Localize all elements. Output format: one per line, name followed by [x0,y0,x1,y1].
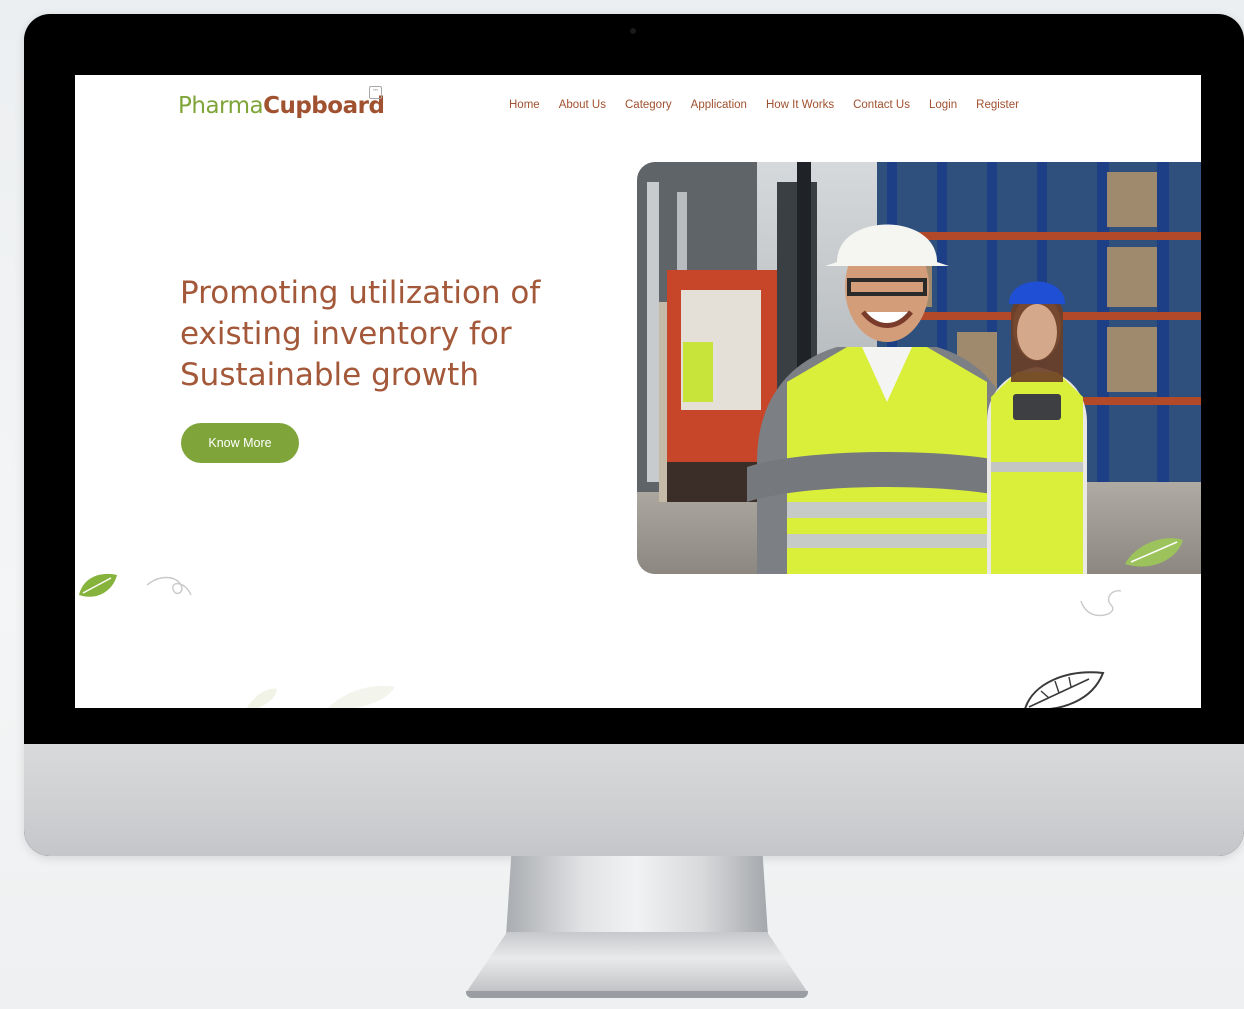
nav-about-us[interactable]: About Us [559,99,606,111]
monitor-chin [24,744,1244,856]
brand-mark: ™ [369,86,382,99]
nav-application[interactable]: Application [691,99,747,111]
monitor-stand-base [466,932,808,993]
monitor-frame: PharmaCupboard ™ Home About Us Category … [24,14,1244,856]
nav-how-it-works[interactable]: How It Works [766,99,834,111]
hero-title-line-1: Promoting utilization of [180,275,541,311]
main-nav: Home About Us Category Application How I… [509,99,1038,111]
nav-home[interactable]: Home [509,99,540,111]
brand-logo[interactable]: PharmaCupboard [178,93,385,119]
leaf-icon [79,573,117,597]
vine-icon [146,576,192,596]
vine-icon-right [1080,590,1122,617]
nav-login[interactable]: Login [929,99,957,111]
hero-title: Promoting utilization of existing invent… [180,273,600,396]
brand-part1: Pharma [178,93,264,119]
camera-icon [630,28,636,34]
nav-category[interactable]: Category [625,99,672,111]
leaf-outline-icon [1024,671,1105,708]
hero-image [637,162,1201,574]
hero-title-line-3: Sustainable growth [180,357,479,393]
website-screen: PharmaCupboard ™ Home About Us Category … [75,75,1201,708]
nav-register[interactable]: Register [976,99,1019,111]
faint-leaves-icon [246,685,395,708]
monitor-stand-neck [506,856,768,936]
monitor-stand-lip [466,991,808,998]
know-more-button[interactable]: Know More [181,423,299,463]
hero-title-line-2: existing inventory for [180,316,512,352]
nav-contact-us[interactable]: Contact Us [853,99,910,111]
brand-part2: Cupboard [263,93,385,119]
